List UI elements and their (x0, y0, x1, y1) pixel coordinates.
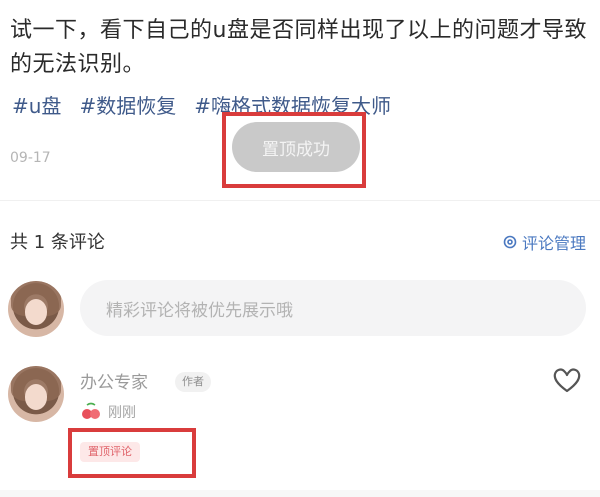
pinned-comment-badge: 置顶评论 (80, 442, 140, 462)
comment-count-label: 共 1 条评论 (10, 232, 105, 253)
comment-author-name[interactable]: 办公专家 (80, 368, 148, 393)
section-divider (0, 200, 600, 201)
post-detail-page: 试一下，看下自己的u盘是否同样出现了以上的问题才导致的无法识别。 #u盘 #数据… (0, 0, 600, 497)
hashtag-u-pan[interactable]: #u盘 (12, 90, 61, 119)
current-user-avatar[interactable] (8, 281, 64, 337)
comment-input[interactable]: 精彩评论将被优先展示哦 (80, 280, 586, 336)
comment-input-placeholder: 精彩评论将被优先展示哦 (106, 300, 293, 321)
comment-manage-button[interactable]: 评论管理 (502, 230, 586, 254)
post-body-text: 试一下，看下自己的u盘是否同样出现了以上的问题才导致的无法识别。 (10, 18, 587, 77)
bottom-divider (0, 490, 600, 497)
post-date: 09-17 (10, 150, 51, 166)
pin-success-toast: 置顶成功 (232, 122, 360, 172)
comment-time: 刚刚 (108, 405, 136, 421)
gear-icon (503, 235, 517, 249)
comment-meta: 刚刚 (80, 402, 136, 422)
hashtag-data-recovery[interactable]: #数据恢复 (79, 90, 176, 119)
comment-manage-label: 评论管理 (521, 234, 586, 253)
author-badge: 作者 (175, 372, 211, 392)
heart-outline-icon[interactable] (552, 366, 582, 394)
cherry-icon (82, 402, 100, 419)
author-avatar[interactable] (8, 366, 64, 422)
